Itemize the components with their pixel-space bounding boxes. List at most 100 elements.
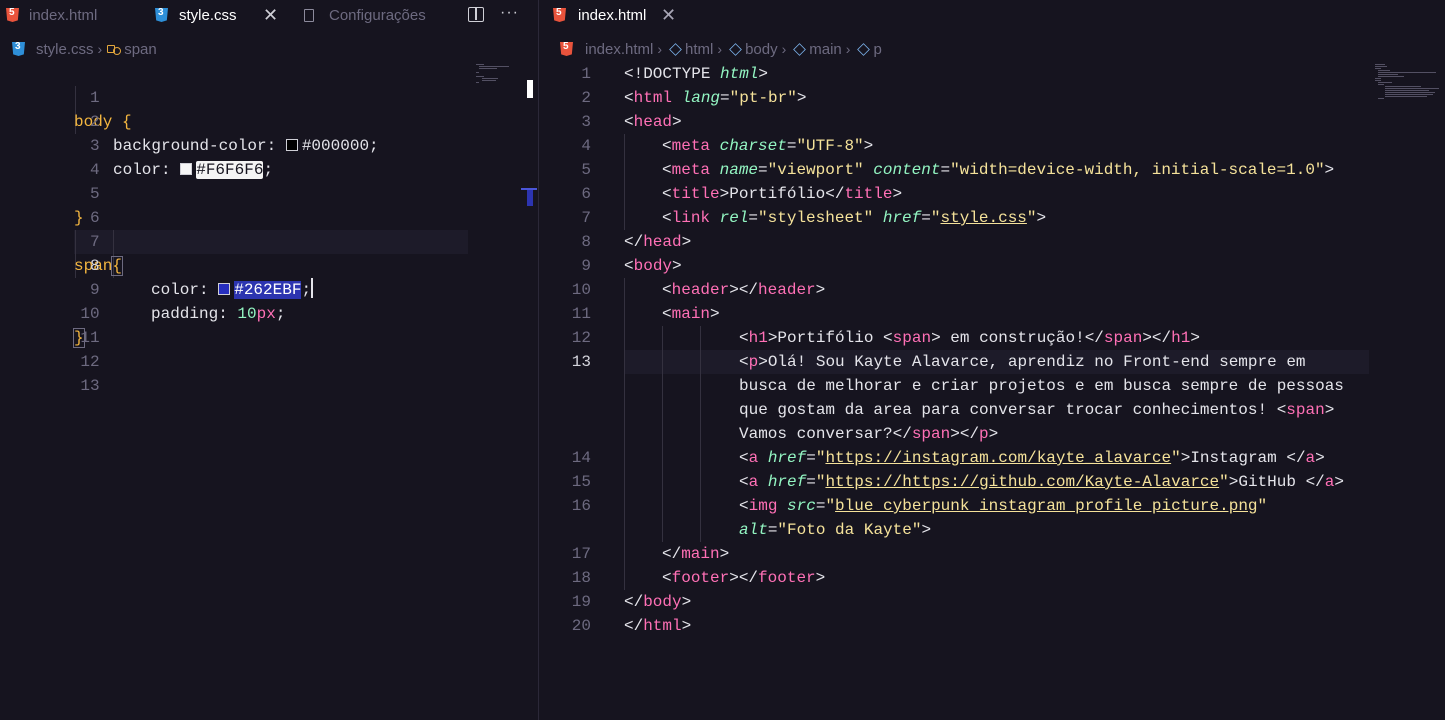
line-number: 13 [80,377,100,395]
code-token: = [921,209,931,227]
code-token: </ [892,425,912,443]
code-line: </html> [539,614,1445,638]
code-token: </ [1084,329,1104,347]
code-line: 12 [0,326,538,371]
breadcrumb-file[interactable]: style.css [36,41,94,58]
code-token: img [748,497,778,515]
code-token: = [815,497,826,515]
css3-icon [155,8,168,22]
symbol-structure-icon [106,42,122,56]
code-token: > [815,281,826,299]
scrollbar-thumb[interactable] [527,80,533,98]
left-tab-bar: index.html style.css ✕ Configurações ··· [0,0,538,30]
tab-index-html[interactable]: index.html [553,0,646,30]
image-src-link[interactable]: blue cyberpunk instagram profile picture… [835,497,1257,515]
code-line: 2 background-color: #000000; [0,86,538,155]
code-token: > [1324,401,1335,419]
code-token: ></ [950,425,980,443]
code-token: > [758,65,769,83]
code-token: p [748,353,759,371]
code-token: lang [672,89,721,107]
code-token: " [815,449,826,467]
code-line: <body> [539,254,1445,278]
code-token: header [671,281,730,299]
split-editor-icon[interactable] [468,7,484,22]
element-icon [793,43,806,56]
code-token: main [681,545,720,563]
html-editor[interactable]: 1 2 3 4 5 6 7 8 9 10 11 12 13 14 15 16 1… [539,62,1445,720]
element-icon [857,43,870,56]
code-line: <meta name="viewport" content="width=dev… [539,158,1445,182]
code-token: </ [624,593,644,611]
left-editor-group: index.html style.css ✕ Configurações ···… [0,0,538,720]
code-token: = [940,161,951,179]
code-token: footer [758,569,816,587]
code-token: h1 [1171,329,1191,347]
minimap[interactable] [476,62,512,92]
code-line: <footer></footer> [539,566,1445,590]
code-token: " [1026,209,1037,227]
code-line: <html lang="pt-br"> [539,86,1445,110]
code-token: html [633,89,673,107]
breadcrumb-item[interactable]: main [809,41,842,58]
code-token: title [844,185,893,203]
code-token: = [806,473,816,491]
breadcrumb-item[interactable]: index.html [585,41,653,58]
more-actions-icon[interactable]: ··· [500,4,519,22]
code-line: 3 color: #F6F6F6; [0,110,538,179]
code-token: < [624,89,634,107]
breadcrumb: index.html › html › body › main › p [560,37,882,61]
code-line-wrap: alt="Foto da Kayte"> [539,518,1445,542]
tab-style-css[interactable]: style.css [155,0,237,30]
tab-label: Configurações [329,6,426,24]
code-token: a [1305,449,1316,467]
code-line: 11 [0,302,538,347]
code-token: " [815,473,826,491]
code-token: < [662,305,672,323]
code-token: html [643,617,682,635]
code-token: > [710,305,720,323]
close-tab-icon[interactable]: ✕ [661,5,676,26]
code-token: meta [671,137,711,155]
minimap[interactable] [1375,62,1445,112]
code-token: > [681,593,692,611]
code-token: > [672,113,682,131]
code-token: </ [1286,449,1306,467]
code-line: 8 color: #262EBF; [0,230,538,299]
code-token: name [710,161,759,179]
code-token: < [739,329,749,347]
code-line-wrap: busca de melhorar e criar projetos e em … [539,374,1445,398]
code-token: > [1180,449,1191,467]
breadcrumb-item[interactable]: body [745,41,778,58]
code-token: body [643,593,682,611]
breadcrumb-item[interactable]: p [873,41,881,58]
code-line: <!DOCTYPE html> [539,62,1445,86]
code-token: Portifólio [729,185,826,203]
code-token: em construção! [940,329,1085,347]
code-token: > [863,137,874,155]
code-token: = [806,449,816,467]
code-token: charset [710,137,787,155]
instagram-link[interactable]: https://instagram.com/kayte_alavarce [825,449,1171,467]
code-token: > [796,89,807,107]
stylesheet-link[interactable]: style.css [940,209,1026,227]
close-tab-icon[interactable]: ✕ [263,5,278,26]
css-editor[interactable]: 1 body { 2 background-color: #000000; 3 … [0,62,538,720]
code-token: > [681,617,692,635]
html5-icon [560,42,573,56]
code-line: <header></header> [539,278,1445,302]
github-link[interactable]: https://https://github.com/Kayte-Alavarc… [825,473,1219,491]
breadcrumb-symbol[interactable]: span [124,41,157,58]
code-token: html [720,65,759,83]
code-token: meta [671,161,711,179]
code-token: h1 [748,329,768,347]
code-token: link [671,209,711,227]
code-token: = [786,137,797,155]
tab-index-html[interactable]: index.html [6,0,97,30]
code-line: 13 [0,350,538,395]
breadcrumb-item[interactable]: html [685,41,713,58]
code-line: 9 padding: 10px; [0,254,538,323]
code-token: title [671,185,720,203]
tab-configuracoes[interactable]: Configurações [304,0,426,30]
code-token: body [633,257,673,275]
